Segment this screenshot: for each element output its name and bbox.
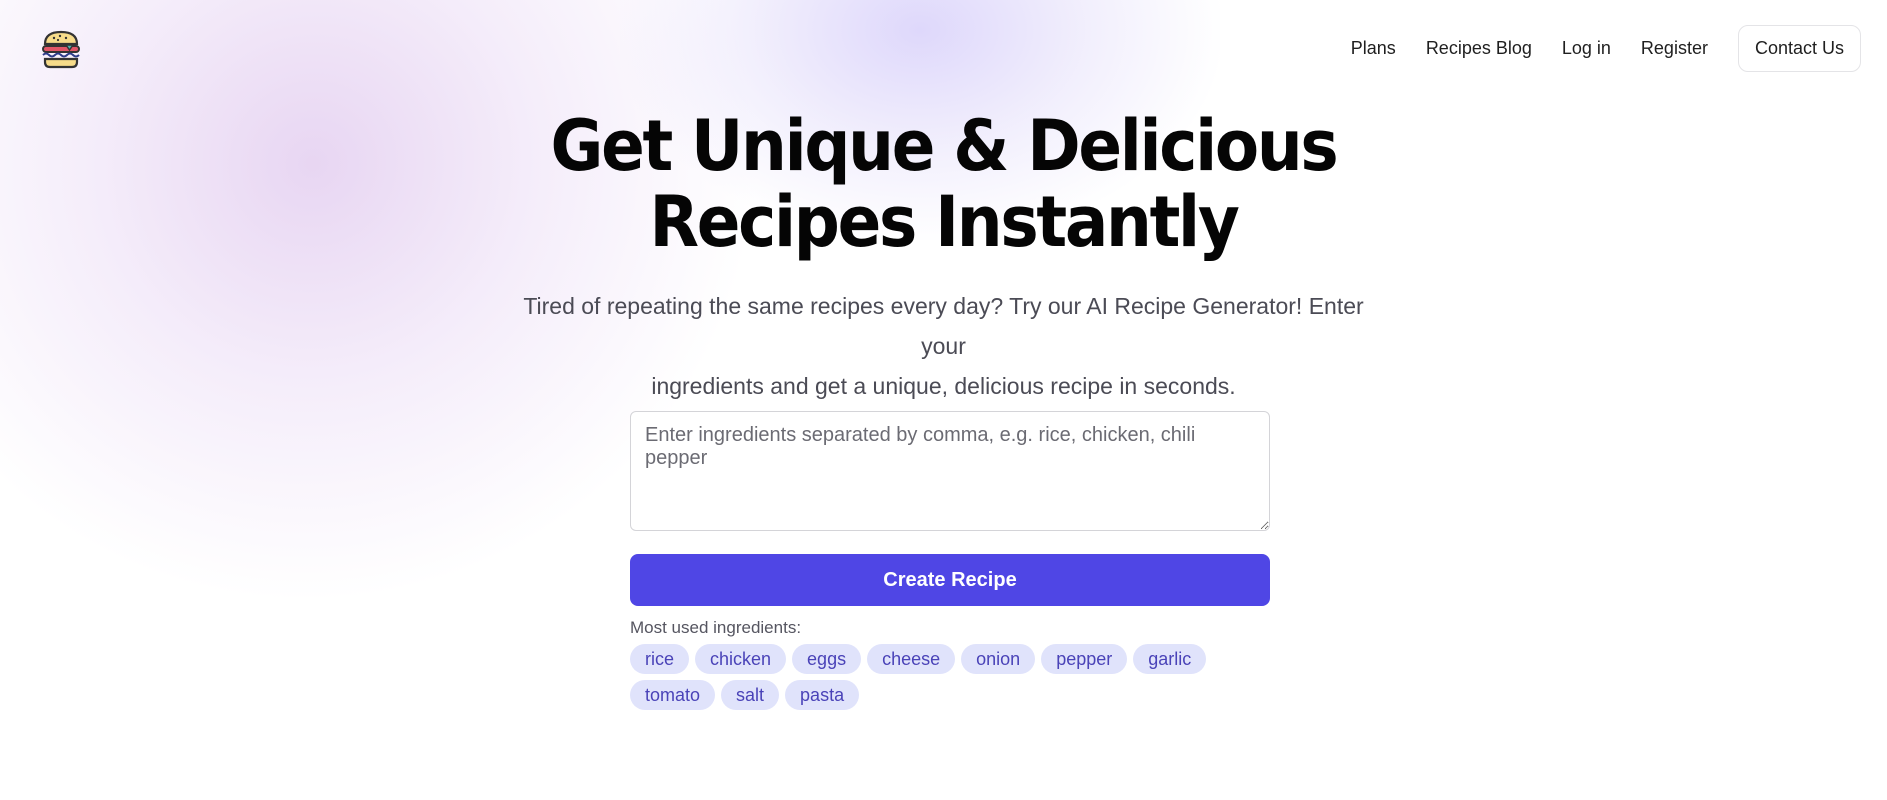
ingredient-chip-pepper[interactable]: pepper (1041, 644, 1128, 674)
recipe-form: Create Recipe Most used ingredients: ric… (630, 411, 1270, 710)
ingredient-chip-cheese[interactable]: cheese (867, 644, 956, 674)
ingredient-chip-chicken[interactable]: chicken (695, 644, 787, 674)
burger-logo-icon (42, 30, 80, 69)
hero-section: Get Unique & Delicious Recipes Instantly… (0, 108, 1887, 406)
nav-register[interactable]: Register (1641, 38, 1708, 59)
nav-recipes-blog[interactable]: Recipes Blog (1426, 38, 1532, 59)
page-title: Get Unique & Delicious Recipes Instantly (75, 108, 1811, 260)
ingredient-chip-onion[interactable]: onion (961, 644, 1036, 674)
ingredient-chips: rice chicken eggs cheese onion pepper ga… (630, 644, 1270, 710)
most-used-label: Most used ingredients: (630, 618, 802, 637)
logo-link[interactable] (40, 28, 82, 70)
ingredient-chip-rice[interactable]: rice (630, 644, 690, 674)
title-line-1: Get Unique & Delicious (550, 105, 1339, 187)
ingredient-chip-pasta[interactable]: pasta (785, 680, 860, 710)
nav-log-in[interactable]: Log in (1562, 38, 1611, 59)
main-nav: Plans Recipes Blog Log in Register Conta… (1351, 25, 1861, 72)
subtitle-line-1: Tired of repeating the same recipes ever… (523, 293, 1364, 359)
site-header: Plans Recipes Blog Log in Register Conta… (0, 0, 1887, 100)
subtitle-line-2: ingredients and get a unique, delicious … (651, 373, 1236, 399)
ingredient-chip-salt[interactable]: salt (721, 680, 780, 710)
ingredients-input[interactable] (630, 411, 1270, 531)
ingredient-chip-tomato[interactable]: tomato (630, 680, 716, 710)
ingredient-chip-eggs[interactable]: eggs (792, 644, 862, 674)
title-line-2: Recipes Instantly (649, 181, 1239, 263)
ingredient-chip-garlic[interactable]: garlic (1133, 644, 1207, 674)
contact-us-button[interactable]: Contact Us (1737, 25, 1861, 72)
create-recipe-button[interactable]: Create Recipe (630, 554, 1270, 606)
hero-subtitle: Tired of repeating the same recipes ever… (504, 286, 1384, 406)
nav-plans[interactable]: Plans (1351, 38, 1396, 59)
